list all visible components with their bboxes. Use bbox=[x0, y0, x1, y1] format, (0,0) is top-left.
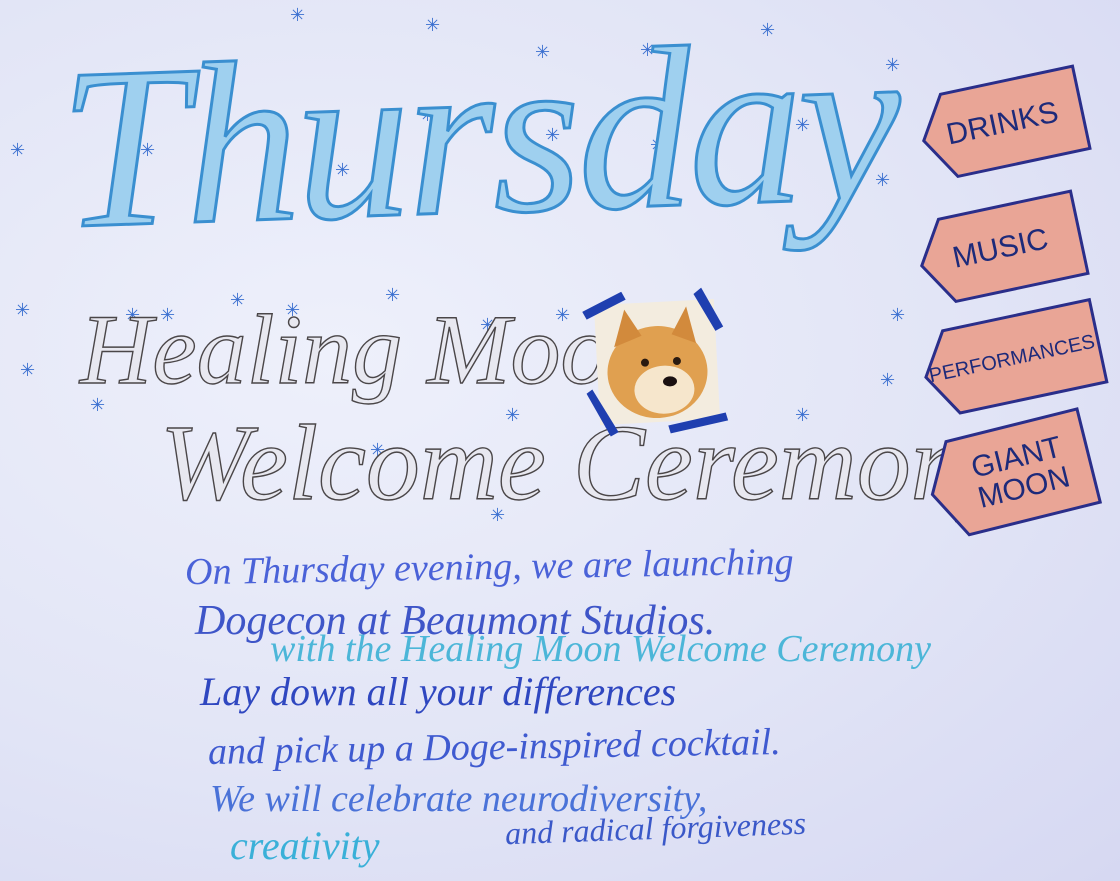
paragraph-line: On Thursday evening, we are launching bbox=[184, 540, 794, 594]
star-doodle: ✳ bbox=[15, 300, 31, 320]
subtitle-healing-moon: Healing Moon bbox=[79, 294, 661, 405]
paragraph-line: creativity bbox=[230, 823, 380, 868]
paragraph-line: Lay down all your differences bbox=[200, 669, 677, 714]
doge-photo bbox=[581, 286, 733, 438]
star-doodle: ✳ bbox=[890, 305, 906, 325]
tag-drinks: DRINKS bbox=[913, 64, 1093, 184]
paragraph-insertion: with the Healing Moon Welcome Ceremony bbox=[270, 628, 931, 670]
star-doodle: ✳ bbox=[20, 360, 36, 380]
star-doodle: ✳ bbox=[10, 140, 26, 160]
poster-title: Thursday bbox=[54, 0, 902, 278]
paragraph-line: and pick up a Doge-inspired cocktail. bbox=[207, 721, 781, 773]
paragraph-line: and radical forgiveness bbox=[504, 804, 807, 852]
star-doodle: ✳ bbox=[880, 370, 896, 390]
subtitle-welcome-ceremony: Welcome Ceremony bbox=[159, 404, 1013, 523]
tag-performances: PERFORMANCES bbox=[915, 297, 1109, 421]
tag-music: MUSIC bbox=[911, 189, 1091, 309]
